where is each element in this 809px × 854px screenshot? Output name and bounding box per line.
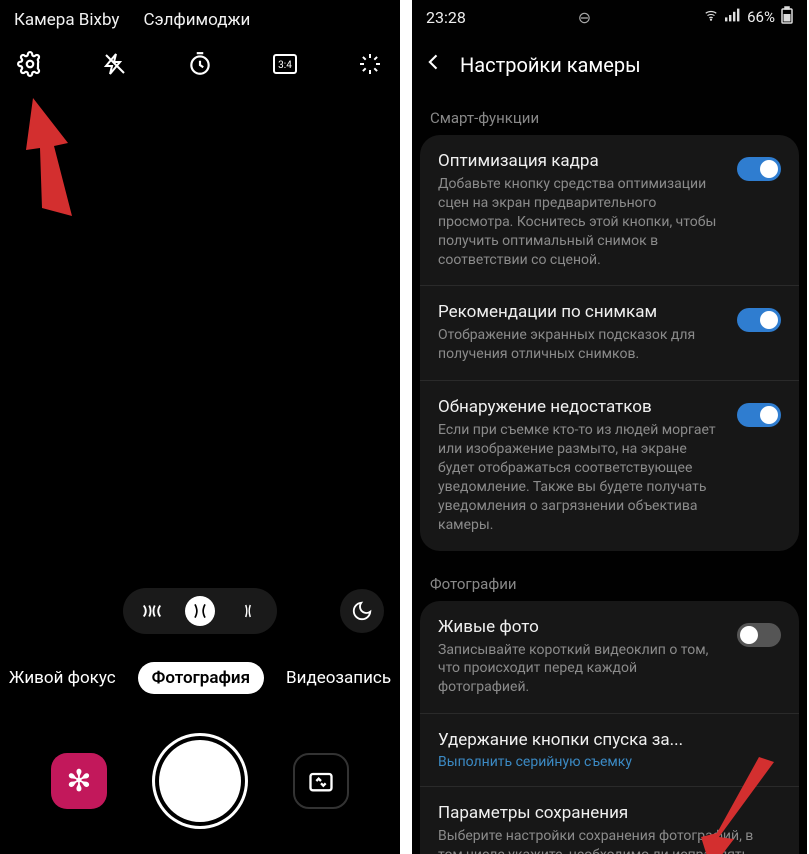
night-mode-icon[interactable] (340, 589, 384, 633)
setting-desc: Если при съемке кто-то из людей моргает … (438, 421, 725, 534)
setting-flaw-detection[interactable]: Обнаружение недостатков Если при съемке … (420, 381, 799, 550)
tab-bixby-camera[interactable]: Камера Bixby (14, 10, 119, 30)
battery-percent: 66% (747, 8, 775, 26)
svg-text:3:4: 3:4 (278, 60, 292, 71)
aspect-ratio-icon[interactable]: 3:4 (269, 48, 301, 80)
back-icon[interactable] (424, 52, 444, 77)
setting-motion-photo[interactable]: Живые фото Записывайте короткий видеокли… (420, 601, 799, 715)
setting-title: Удержание кнопки спуска за... (438, 730, 781, 750)
section-photos-label: Фотографии (412, 565, 807, 601)
status-icons: 66% (703, 6, 793, 28)
setting-shot-suggestions[interactable]: Рекомендации по снимкам Отображение экра… (420, 286, 799, 381)
switch-camera-icon[interactable] (293, 753, 349, 809)
tab-selfiemoji[interactable]: Сэлфимоджи (143, 10, 250, 30)
setting-desc: Отображение экранных подсказок для получ… (438, 326, 725, 364)
wifi-icon (703, 8, 719, 26)
zoom-selector[interactable] (123, 588, 277, 634)
setting-title: Оптимизация кадра (438, 151, 725, 171)
mode-live-focus[interactable]: Живой фокус (9, 668, 116, 688)
battery-icon (781, 6, 793, 28)
zoom-tele-icon[interactable] (233, 596, 263, 626)
signal-icon (725, 8, 741, 26)
page-title: Настройки камеры (460, 53, 641, 77)
setting-title: Обнаружение недостатков (438, 397, 725, 417)
toggle-shot-suggestions[interactable] (737, 308, 781, 332)
setting-title: Рекомендации по снимкам (438, 302, 725, 322)
setting-value: Выполнить серийную съемку (438, 754, 781, 770)
section-smart-label: Смарт-функции (412, 99, 807, 135)
zoom-ultrawide-icon[interactable] (137, 596, 167, 626)
zoom-wide-icon[interactable] (185, 596, 215, 626)
setting-save-options[interactable]: Параметры сохранения Выберите настройки … (420, 787, 799, 854)
mode-photo[interactable]: Фотография (138, 662, 264, 694)
flash-off-icon[interactable] (99, 48, 131, 80)
setting-desc: Выберите настройки сохранения фотографий… (438, 827, 781, 854)
setting-title: Живые фото (438, 617, 725, 637)
pointer-arrow-settings (18, 88, 98, 218)
setting-desc: Записывайте короткий видеоклип о том, чт… (438, 641, 725, 698)
status-time: 23:28 (426, 8, 466, 27)
setting-shutter-hold[interactable]: Удержание кнопки спуска за... Выполнить … (420, 714, 799, 787)
setting-scene-optimizer[interactable]: Оптимизация кадра Добавьте кнопку средст… (420, 135, 799, 286)
mode-video[interactable]: Видеозапись (286, 668, 391, 688)
toggle-scene-optimizer[interactable] (737, 157, 781, 181)
setting-title: Параметры сохранения (438, 803, 781, 823)
timer-off-icon[interactable] (184, 48, 216, 80)
toggle-flaw-detection[interactable] (737, 403, 781, 427)
setting-desc: Добавьте кнопку средства оптимизации сце… (438, 175, 725, 269)
effects-icon[interactable] (354, 48, 386, 80)
gear-icon[interactable] (14, 48, 46, 80)
shutter-button[interactable] (159, 740, 241, 822)
toggle-motion-photo[interactable] (737, 623, 781, 647)
gallery-thumbnail[interactable]: ✻ (51, 753, 107, 809)
